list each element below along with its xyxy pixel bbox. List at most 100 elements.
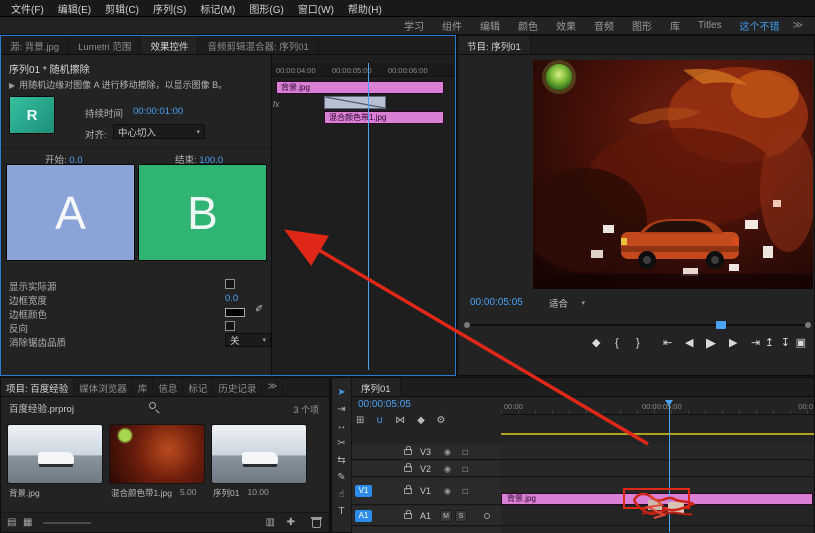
track-lane-a1[interactable]	[501, 506, 814, 526]
mini-transition-block[interactable]	[324, 96, 386, 109]
tab-libraries[interactable]: 库	[133, 378, 154, 396]
track-lane-v2[interactable]	[501, 461, 814, 477]
new-item-button[interactable]: ✚	[287, 513, 295, 532]
workspace-overflow-icon[interactable]: ≫	[789, 20, 807, 31]
track-lane-v3[interactable]	[501, 444, 814, 460]
lock-icon[interactable]	[404, 449, 412, 455]
tab-program-monitor[interactable]: 节目: 序列01	[458, 36, 531, 54]
slip-tool[interactable]: ⇆	[332, 452, 351, 469]
go-to-in-button[interactable]: ⇤	[663, 333, 672, 353]
tab-audio-clip-mixer[interactable]: 音频剪辑混合器: 序列01	[198, 36, 318, 54]
tab-media-browser[interactable]: 媒体浏览器	[74, 378, 133, 396]
workspace-tab-editing[interactable]: 编辑	[471, 18, 509, 33]
antialias-dropdown[interactable]: 关 ▾	[225, 333, 271, 347]
list-view-button[interactable]: ▤	[7, 513, 16, 532]
mini-clip-background[interactable]: 背景.jpg	[276, 81, 444, 94]
tab-lumetri-scopes[interactable]: Lumetri 范围	[69, 36, 141, 54]
play-button[interactable]: ▶	[706, 333, 716, 353]
project-tab-overflow-icon[interactable]: ≫	[262, 378, 283, 396]
align-dropdown[interactable]: 中心切入 ▾	[113, 124, 205, 139]
track-lane-master[interactable]	[501, 527, 814, 533]
pen-tool[interactable]: ✎	[332, 469, 351, 486]
extract-button[interactable]: ↧	[781, 333, 790, 353]
selection-tool[interactable]: ➤	[332, 384, 351, 401]
toggle-output-icon[interactable]: ◉	[444, 487, 451, 496]
eyedropper-icon[interactable]: ✐	[255, 304, 263, 315]
scrub-right-knob[interactable]	[805, 322, 811, 328]
project-item-background[interactable]: 背景.jpg	[7, 424, 105, 499]
hand-tool[interactable]: ☝	[332, 486, 351, 503]
program-scrubber[interactable]	[464, 320, 811, 330]
snap-icon[interactable]: ∪	[376, 414, 383, 428]
toggle-output-icon[interactable]: ◉	[444, 447, 451, 456]
workspace-tab-audio[interactable]: 音频	[585, 18, 623, 33]
collapse-arrow-icon[interactable]: ▶	[9, 81, 15, 90]
step-back-button[interactable]: ◀	[685, 333, 693, 353]
tab-info[interactable]: 信息	[153, 378, 183, 396]
toggle-output-icon[interactable]: ◉	[444, 464, 451, 473]
menu-clip[interactable]: 剪辑(C)	[98, 1, 146, 16]
search-icon[interactable]	[149, 402, 156, 409]
razor-tool[interactable]: ✂	[332, 435, 351, 452]
trash-icon[interactable]	[312, 519, 321, 528]
scrub-left-knob[interactable]	[464, 322, 470, 328]
project-thumbnail-background[interactable]	[7, 424, 103, 484]
menu-edit[interactable]: 编辑(E)	[51, 1, 98, 16]
tab-effect-controls[interactable]: 效果控件	[141, 36, 198, 54]
workspace-tab-custom[interactable]: 这个不错	[731, 18, 789, 33]
timeline-playhead[interactable]	[669, 400, 670, 532]
menu-graphics[interactable]: 图形(G)	[242, 1, 290, 16]
workspace-tab-titles[interactable]: Titles	[689, 20, 731, 31]
thumbnail-zoom-slider[interactable]	[43, 522, 91, 524]
tab-project[interactable]: 项目: 百度经验	[1, 378, 74, 396]
step-forward-button[interactable]: ▶	[729, 333, 737, 353]
source-patch-badge[interactable]: V1	[355, 485, 372, 497]
track-select-tool[interactable]: ⇥	[332, 401, 351, 418]
insert-overwrite-icon[interactable]: ⊞	[356, 414, 364, 428]
solo-button[interactable]: S	[455, 510, 467, 522]
workspace-tab-color[interactable]: 颜色	[509, 18, 547, 33]
project-file-name[interactable]: 百度经验.prproj	[9, 401, 74, 415]
mute-button[interactable]: M	[440, 510, 452, 522]
workspace-tab-learn[interactable]: 学习	[395, 18, 433, 33]
new-bin-button[interactable]: ▥	[266, 513, 275, 532]
voiceover-record-icon[interactable]	[484, 513, 490, 519]
project-thumbnail-sequence[interactable]	[211, 424, 307, 484]
source-patch-badge[interactable]: A1	[355, 510, 372, 522]
menu-sequence[interactable]: 序列(S)	[146, 1, 193, 16]
lock-icon[interactable]	[404, 513, 412, 519]
ripple-edit-tool[interactable]: ↔	[332, 418, 351, 435]
workspace-tab-graphics[interactable]: 图形	[623, 18, 661, 33]
tab-markers[interactable]: 标记	[183, 378, 213, 396]
program-playhead-thumb[interactable]	[716, 321, 726, 329]
mini-timeline-ruler[interactable]: 00:00:04:00 00:00:05:00 00:00:06:00	[272, 63, 455, 77]
type-tool[interactable]: T	[332, 503, 351, 520]
sync-lock-icon[interactable]: ◻	[462, 464, 469, 473]
project-thumbnail-blend[interactable]	[109, 424, 205, 484]
menu-marker[interactable]: 标记(M)	[193, 1, 242, 16]
lock-icon[interactable]	[404, 466, 412, 472]
program-timecode[interactable]: 00:00:05:05	[470, 297, 523, 308]
mark-out-button[interactable]: }	[636, 333, 640, 353]
go-to-out-button[interactable]: ⇥	[751, 333, 760, 353]
timeline-timecode[interactable]: 00:00:05:05	[358, 399, 411, 410]
mark-in-button[interactable]: {	[615, 333, 619, 353]
duration-value[interactable]: 00:00:01:00	[133, 106, 183, 117]
sync-lock-icon[interactable]: ◻	[462, 487, 469, 496]
reverse-checkbox[interactable]	[225, 321, 235, 331]
fit-dropdown[interactable]: 适合 ▾	[544, 295, 590, 310]
menu-window[interactable]: 窗口(W)	[291, 1, 341, 16]
tab-timeline-sequence[interactable]: 序列01	[352, 378, 401, 396]
project-item-sequence[interactable]: 序列0110.00	[211, 424, 309, 499]
workspace-tab-effects[interactable]: 效果	[547, 18, 585, 33]
project-item-blend[interactable]: 混合颜色带1.jpg5.00	[109, 424, 207, 499]
tab-source-monitor[interactable]: 源: 背景.jpg	[1, 36, 69, 54]
mini-clip-blend[interactable]: 混合颜色带1.jpg	[324, 111, 444, 124]
mini-playhead[interactable]	[368, 63, 369, 370]
workspace-tab-libraries[interactable]: 库	[661, 18, 689, 33]
timeline-ruler[interactable]: 00:00 00:00:05:00 00:0	[501, 400, 814, 415]
tab-history[interactable]: 历史记录	[213, 378, 262, 396]
sync-lock-icon[interactable]: ◻	[462, 447, 469, 456]
border-width-value[interactable]: 0.0	[225, 293, 238, 304]
menu-file[interactable]: 文件(F)	[4, 1, 51, 16]
